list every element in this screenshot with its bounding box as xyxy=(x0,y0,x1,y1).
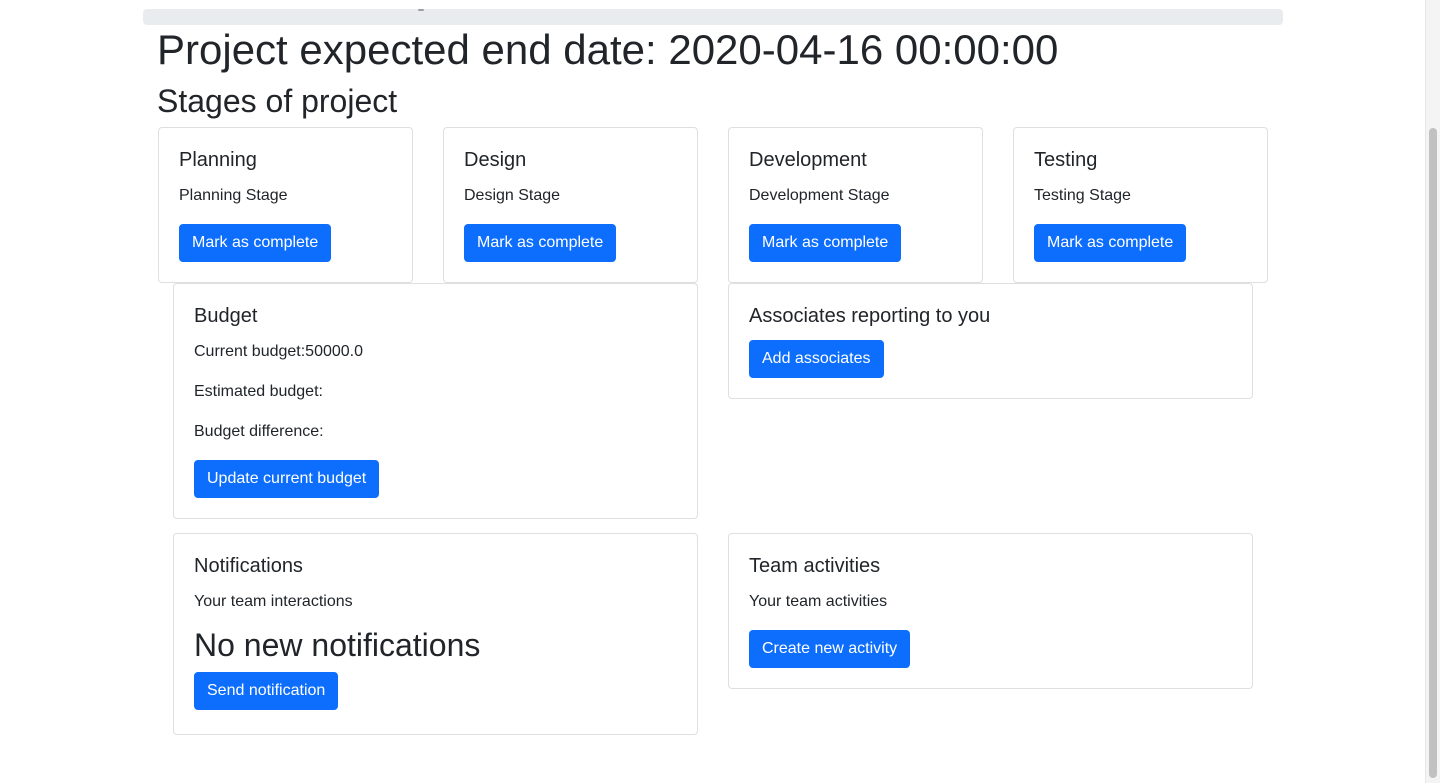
associates-title: Associates reporting to you xyxy=(749,305,991,327)
budget-card: Budget Current budget:50000.0 Estimated … xyxy=(173,283,698,519)
team-activities-subtitle: Your team activities xyxy=(749,593,888,610)
scrollbar-thumb[interactable] xyxy=(1429,128,1437,778)
stage-title: Planning xyxy=(179,149,257,171)
team-activities-card: Team activities Your team activities Cre… xyxy=(728,533,1253,689)
send-notification-button[interactable]: Send notification xyxy=(194,672,339,710)
vertical-scrollbar[interactable] xyxy=(1425,0,1440,783)
stage-description: Design Stage xyxy=(464,187,561,204)
mark-complete-button[interactable]: Mark as complete xyxy=(464,224,617,262)
stage-card-design: Design Design Stage Mark as complete xyxy=(443,127,698,283)
page: Project expected end date: 2020-04-16 00… xyxy=(0,0,1440,783)
top-bar xyxy=(143,9,1283,25)
top-bar-marker xyxy=(418,9,424,11)
stage-title: Design xyxy=(464,149,527,171)
stage-card-development: Development Development Stage Mark as co… xyxy=(728,127,983,283)
estimated-budget-text: Estimated budget: xyxy=(194,383,323,400)
stage-title: Development xyxy=(749,149,867,171)
stage-description: Planning Stage xyxy=(179,187,288,204)
create-activity-button[interactable]: Create new activity xyxy=(749,630,911,668)
team-activities-title: Team activities xyxy=(749,555,881,577)
budget-title: Budget xyxy=(194,305,258,327)
notifications-title: Notifications xyxy=(194,555,303,577)
stage-card-testing: Testing Testing Stage Mark as complete xyxy=(1013,127,1268,283)
mark-complete-button[interactable]: Mark as complete xyxy=(179,224,332,262)
stage-title: Testing xyxy=(1034,149,1098,171)
no-notifications-message: No new notifications xyxy=(194,627,481,663)
project-end-date-heading: Project expected end date: 2020-04-16 00… xyxy=(157,26,1059,73)
mark-complete-button[interactable]: Mark as complete xyxy=(749,224,902,262)
mark-complete-button[interactable]: Mark as complete xyxy=(1034,224,1187,262)
stages-heading: Stages of project xyxy=(157,83,398,119)
update-budget-button[interactable]: Update current budget xyxy=(194,460,380,498)
current-budget-text: Current budget:50000.0 xyxy=(194,343,364,360)
stage-card-planning: Planning Planning Stage Mark as complete xyxy=(158,127,413,283)
stage-description: Development Stage xyxy=(749,187,890,204)
stage-description: Testing Stage xyxy=(1034,187,1131,204)
add-associates-button[interactable]: Add associates xyxy=(749,340,884,378)
notifications-card: Notifications Your team interactions No … xyxy=(173,533,698,735)
notifications-subtitle: Your team interactions xyxy=(194,593,353,610)
budget-difference-text: Budget difference: xyxy=(194,423,324,440)
associates-card: Associates reporting to you Add associat… xyxy=(728,283,1253,399)
